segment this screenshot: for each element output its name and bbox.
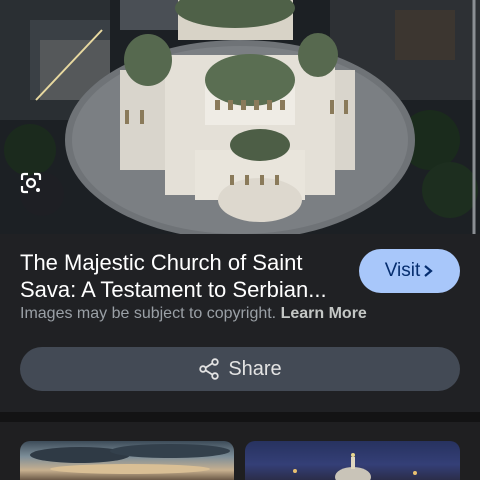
share-label: Share bbox=[228, 357, 282, 380]
google-lens-icon bbox=[20, 172, 42, 194]
visit-button[interactable]: Visit bbox=[359, 249, 460, 293]
google-lens-button[interactable] bbox=[20, 172, 64, 216]
chevron-right-icon bbox=[424, 265, 433, 277]
copyright-text: Images may be subject to copyright. bbox=[20, 305, 277, 322]
church-photo bbox=[0, 0, 480, 234]
night-church-thumbnail-image bbox=[293, 453, 417, 480]
related-image-thumbnail[interactable] bbox=[20, 441, 234, 480]
learn-more-link[interactable]: Learn More bbox=[281, 305, 367, 322]
copyright-notice: Images may be subject to copyright. Lear… bbox=[20, 305, 367, 323]
result-title[interactable]: The Majestic Church of Saint Sava: A Tes… bbox=[20, 249, 350, 303]
visit-label: Visit bbox=[384, 260, 421, 281]
cloudy-sky-thumbnail-image bbox=[30, 444, 230, 474]
hero-image[interactable] bbox=[0, 0, 480, 234]
related-image-thumbnail[interactable] bbox=[245, 441, 460, 480]
section-divider bbox=[0, 412, 480, 422]
share-icon bbox=[199, 358, 220, 380]
share-button[interactable]: Share bbox=[20, 347, 460, 391]
